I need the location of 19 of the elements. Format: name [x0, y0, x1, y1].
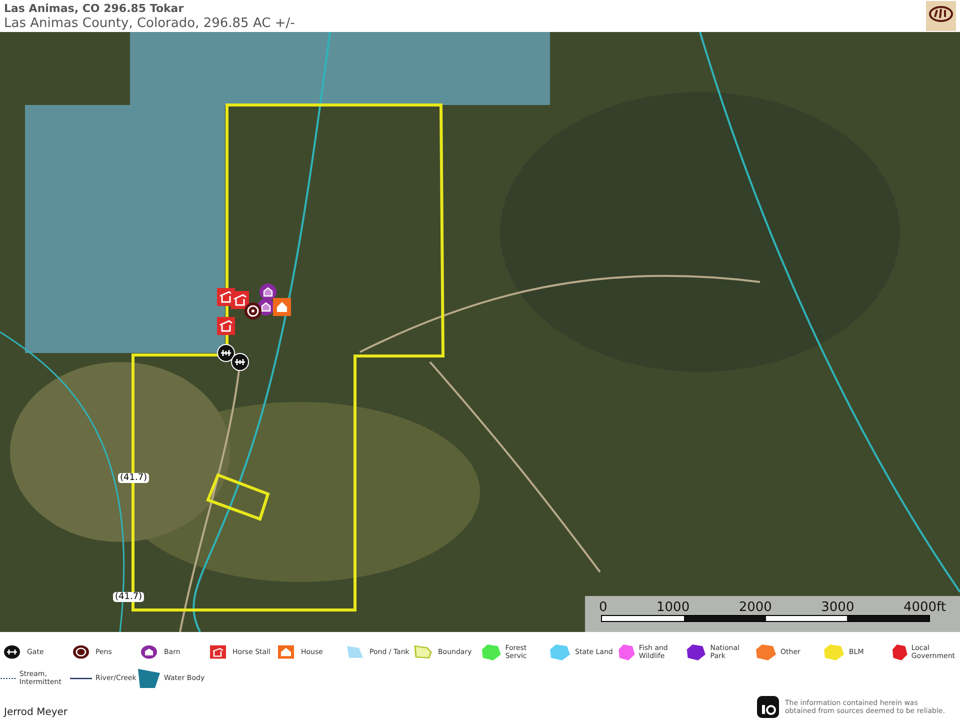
road-label: (41.7): [113, 592, 144, 602]
page-subtitle: Las Animas County, Colorado, 296.85 AC +/-: [4, 15, 295, 32]
gate-icon[interactable]: [217, 344, 235, 362]
horse-stall-icon[interactable]: [231, 291, 249, 309]
agent-name: Jerrod Meyer: [4, 707, 68, 718]
pens-icon[interactable]: [244, 302, 262, 320]
river-icon: [68, 676, 92, 680]
scale-label: 3000: [821, 600, 854, 615]
barn-icon[interactable]: [259, 283, 277, 301]
road-label: (41.7): [118, 473, 150, 483]
scale-label: 2000: [738, 600, 772, 615]
scale-label: 0: [599, 600, 608, 615]
page-title: Las Animas, CO 296.85 Tokar: [4, 2, 185, 15]
gate-icon[interactable]: [231, 353, 249, 371]
stream-icon: [0, 676, 16, 680]
brand-logo-icon: [926, 1, 956, 31]
water-body-icon: [137, 668, 161, 688]
scale-label: 1000: [656, 600, 690, 615]
scale-label: 4000ft: [903, 600, 946, 615]
